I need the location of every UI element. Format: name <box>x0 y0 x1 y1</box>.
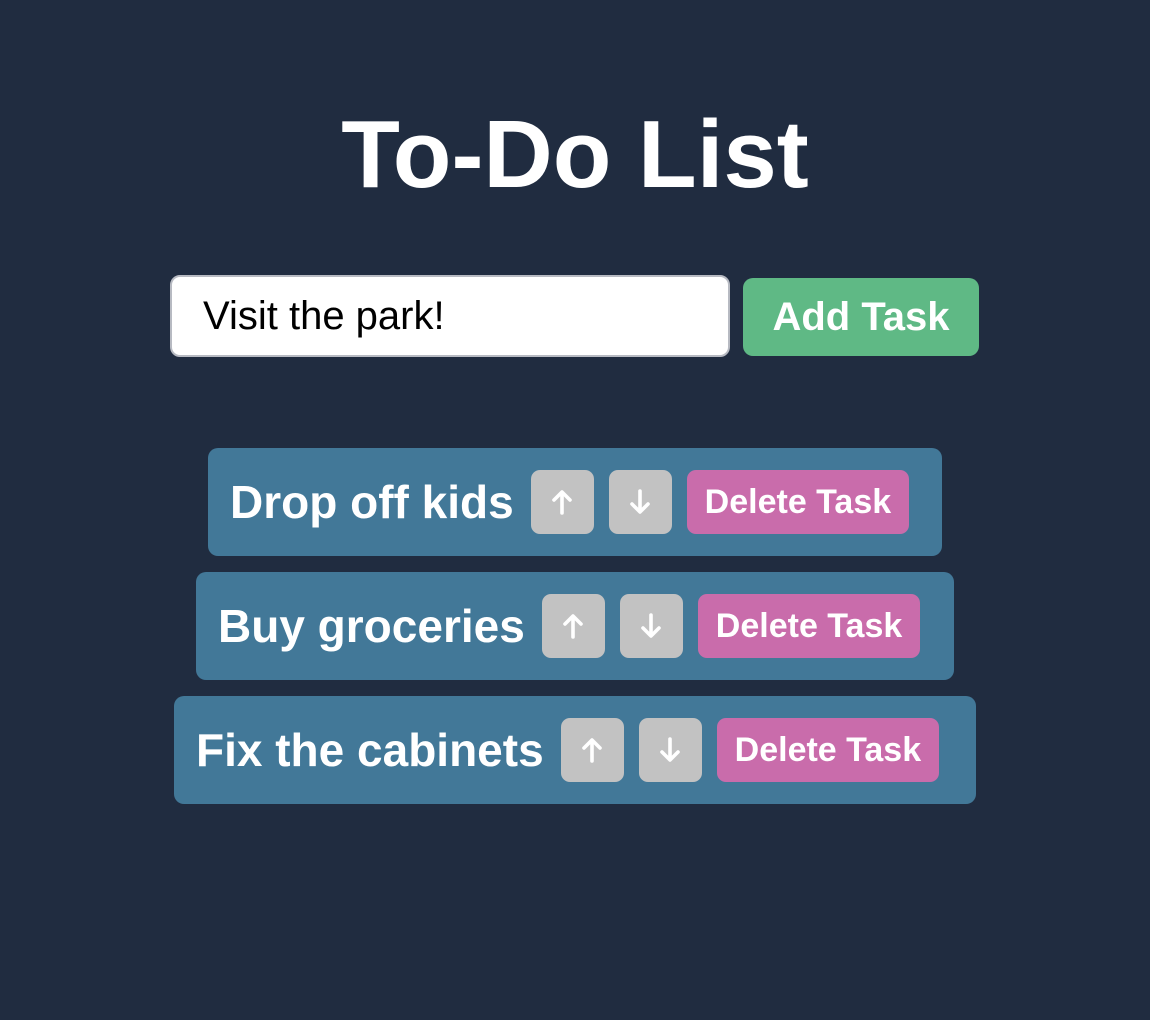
delete-task-button[interactable]: Delete Task <box>697 594 921 658</box>
move-down-button[interactable] <box>638 718 702 782</box>
task-text: Buy groceries <box>218 600 525 652</box>
move-down-button[interactable] <box>619 594 683 658</box>
delete-task-button[interactable]: Delete Task <box>716 718 940 782</box>
delete-task-button[interactable]: Delete Task <box>686 470 910 534</box>
arrow-up-icon <box>582 738 602 763</box>
arrow-down-icon <box>660 737 680 762</box>
task-input[interactable] <box>170 275 730 357</box>
task-item: Buy groceries Delete Task <box>196 572 954 680</box>
task-list: Drop off kids Delete Task Buy groceries … <box>0 448 1150 804</box>
arrow-down-icon <box>641 613 662 638</box>
task-item: Fix the cabinets Delete Task <box>174 696 976 804</box>
task-text: Drop off kids <box>230 476 514 528</box>
task-item: Drop off kids Delete Task <box>208 448 942 556</box>
move-up-button[interactable] <box>560 718 624 782</box>
arrow-up-icon <box>552 490 572 515</box>
move-down-button[interactable] <box>608 470 672 534</box>
add-task-button[interactable]: Add Task <box>743 278 979 356</box>
arrow-up-icon <box>563 614 584 639</box>
arrow-down-icon <box>630 489 650 514</box>
move-up-button[interactable] <box>530 470 594 534</box>
task-text: Fix the cabinets <box>196 724 544 776</box>
page-title: To-Do List <box>341 101 809 208</box>
move-up-button[interactable] <box>541 594 605 658</box>
